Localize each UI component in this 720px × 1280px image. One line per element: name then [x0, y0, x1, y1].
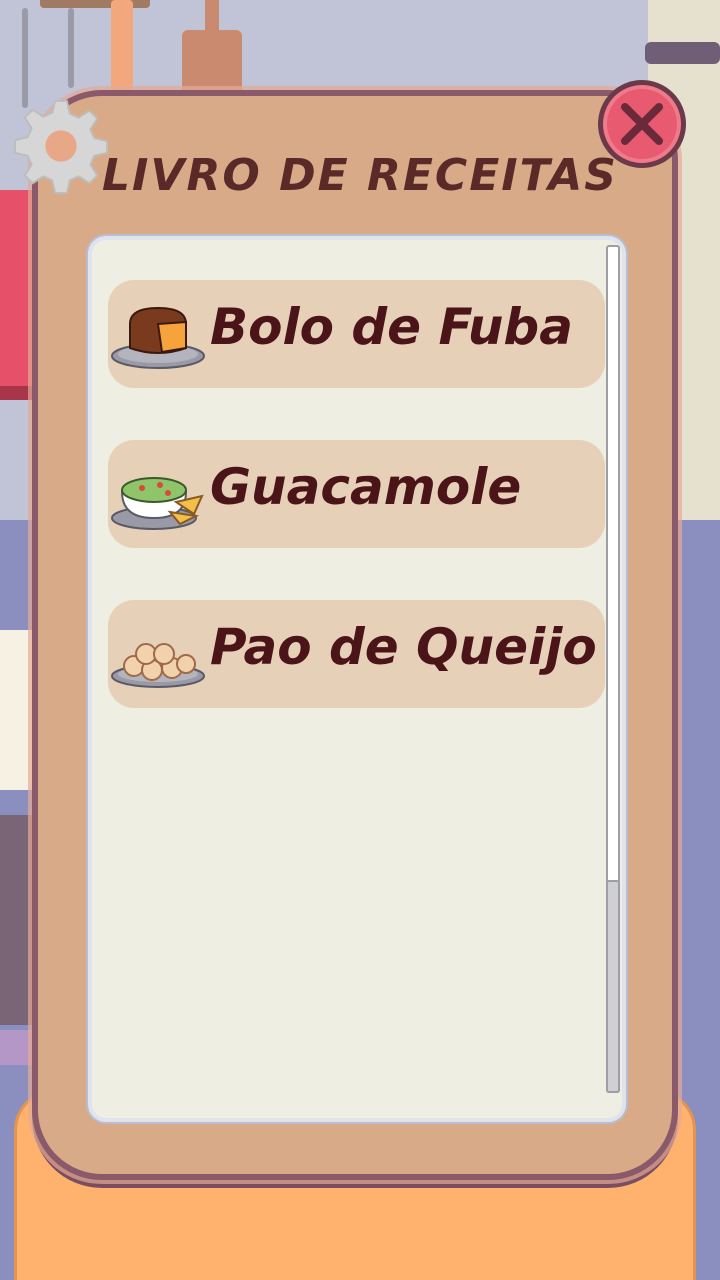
utensil-rack — [40, 0, 150, 8]
kitchen-left-trim — [0, 1030, 34, 1065]
kitchen-shelf — [645, 42, 720, 64]
close-button[interactable] — [598, 80, 686, 168]
recipe-item-bolo-de-fuba[interactable]: Bolo de Fuba — [108, 280, 605, 388]
recipe-label: Bolo de Fuba — [210, 298, 573, 356]
recipe-book-title: LIVRO DE RECEITAS — [102, 150, 618, 201]
recipe-label: Guacamole — [210, 458, 522, 516]
paddle-handle — [205, 0, 219, 30]
cheese-bread-icon — [111, 643, 205, 688]
recipe-item-pao-de-queijo[interactable]: Pao de Queijo — [108, 600, 605, 708]
kitchen-left-counter — [0, 815, 34, 1025]
cutting-board — [182, 30, 242, 95]
kitchen-left-panel — [0, 630, 34, 790]
rolling-pin — [111, 0, 133, 95]
close-icon — [621, 103, 663, 145]
recipe-item-guacamole[interactable]: Guacamole — [108, 440, 605, 548]
ladle-utensil — [68, 8, 74, 88]
whisk-utensil — [22, 8, 28, 108]
list-scrollbar-thumb[interactable] — [606, 880, 620, 1093]
cake-icon — [111, 306, 205, 369]
guacamole-icon — [111, 477, 204, 530]
recipe-label: Pao de Queijo — [210, 618, 597, 676]
